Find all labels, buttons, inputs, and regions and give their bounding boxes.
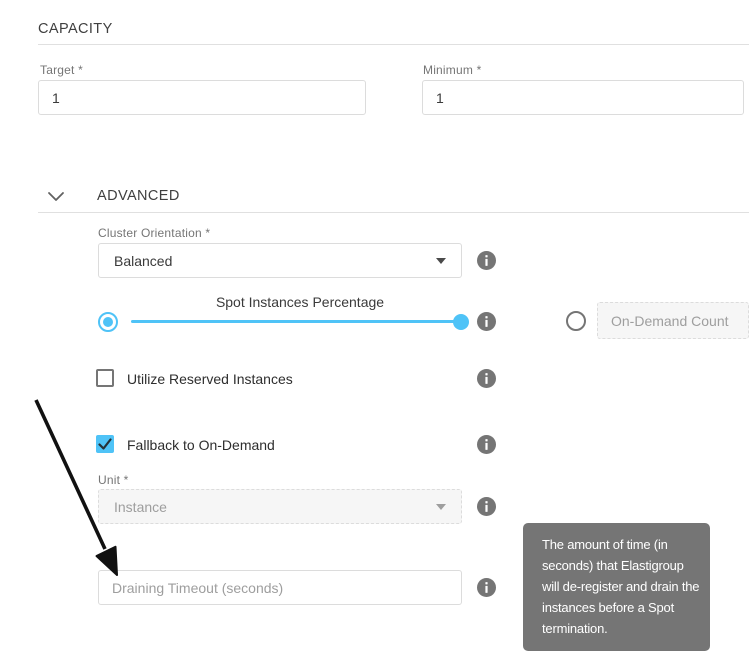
utilize-reserved-checkbox[interactable] [96, 369, 114, 387]
spot-percentage-info-icon[interactable] [477, 312, 496, 331]
minimum-label: Minimum * [423, 63, 481, 77]
spot-percentage-label: Spot Instances Percentage [120, 294, 480, 310]
minimum-input[interactable] [422, 80, 744, 115]
on-demand-count-radio[interactable] [566, 311, 586, 331]
cluster-orientation-info-icon[interactable] [477, 251, 496, 270]
advanced-section-title: ADVANCED [97, 188, 180, 204]
utilize-reserved-label: Utilize Reserved Instances [127, 371, 293, 387]
capacity-section-title: CAPACITY [38, 21, 113, 37]
unit-select[interactable]: Instance [98, 489, 462, 524]
spot-percentage-slider-track[interactable] [131, 320, 461, 323]
draining-timeout-input[interactable] [98, 570, 462, 605]
cluster-orientation-label: Cluster Orientation * [98, 226, 210, 240]
spot-percentage-slider-thumb[interactable] [453, 314, 469, 330]
spot-percentage-radio[interactable] [98, 312, 118, 332]
unit-info-icon[interactable] [477, 497, 496, 516]
advanced-collapse-chevron-icon[interactable] [47, 189, 65, 200]
on-demand-count-input[interactable] [597, 302, 749, 339]
fallback-on-demand-label: Fallback to On-Demand [127, 437, 275, 453]
target-input[interactable] [38, 80, 366, 115]
chevron-down-icon [436, 504, 446, 510]
cluster-orientation-value: Balanced [114, 253, 172, 269]
chevron-down-icon [436, 258, 446, 264]
fallback-on-demand-info-icon[interactable] [477, 435, 496, 454]
annotation-arrow-icon [22, 392, 127, 587]
cluster-orientation-select[interactable]: Balanced [98, 243, 462, 278]
utilize-reserved-info-icon[interactable] [477, 369, 496, 388]
target-label: Target * [40, 63, 83, 77]
draining-timeout-info-icon[interactable] [477, 578, 496, 597]
capacity-divider [38, 44, 749, 45]
draining-timeout-tooltip: The amount of time (in seconds) that Ela… [523, 523, 710, 651]
advanced-divider [38, 212, 749, 213]
